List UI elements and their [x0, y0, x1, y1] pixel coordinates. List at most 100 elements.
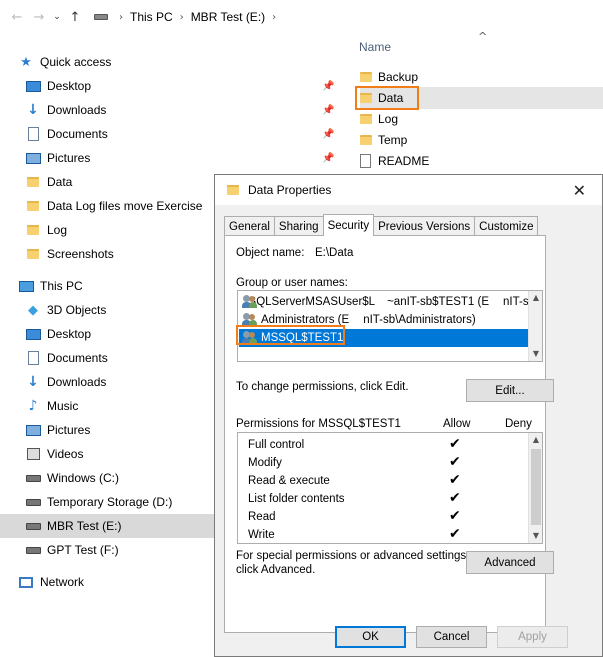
sidebar-item-pictures[interactable]: Pictures	[25, 146, 365, 170]
file-row-backup[interactable]: Backup	[360, 66, 603, 88]
sidebar-item-label: Pictures	[47, 151, 91, 165]
music-icon: ♪	[28, 398, 38, 414]
permission-name: Read	[248, 511, 276, 523]
chevron-right-icon: ›	[272, 11, 277, 23]
file-icon	[360, 154, 371, 168]
chevron-down-icon[interactable]: ⌄	[50, 6, 64, 28]
arrow-up-icon[interactable]: ↑	[64, 6, 86, 28]
permission-name: Modify	[248, 457, 282, 469]
advanced-button[interactable]: Advanced	[466, 551, 554, 574]
check-icon: ✔	[449, 436, 461, 452]
file-row-readme[interactable]: README	[360, 150, 603, 172]
check-icon: ✔	[449, 526, 461, 542]
permissions-list: Full control ✔ Modify ✔ Read & execute ✔ Li…	[237, 432, 543, 544]
arrow-left-icon[interactable]: ←	[6, 6, 28, 28]
tab-sharing[interactable]: Sharing	[273, 216, 324, 236]
file-name: Backup	[378, 70, 419, 84]
sidebar-item-label: Desktop	[47, 327, 92, 341]
users-icon	[242, 295, 257, 309]
column-header-name[interactable]: Name	[359, 40, 391, 54]
check-icon: ✔	[449, 472, 461, 488]
scroll-down-icon[interactable]: ▼	[529, 529, 542, 543]
sidebar-item-label: Windows (C:)	[47, 471, 120, 485]
highlight-box-mssql-user	[236, 325, 345, 345]
permission-name: List folder contents	[248, 493, 345, 505]
sidebar-item-quick-access[interactable]: ★ Quick access	[18, 50, 358, 74]
dialog-title-bar: Data Properties ✕	[215, 175, 602, 205]
user-row-sqlservermsasuser[interactable]: SQLServerMSASUser$L ~anIT-sb$TEST1 (E nI…	[242, 293, 535, 311]
sidebar-item-label: Desktop	[47, 79, 92, 93]
sidebar-item-downloads[interactable]: ↓ Downloads	[25, 98, 365, 122]
permission-name: Read & execute	[248, 475, 330, 487]
pin-icon: 📌	[322, 81, 335, 92]
permission-name: Write	[248, 529, 275, 541]
edit-button[interactable]: Edit...	[466, 379, 554, 402]
file-row-log[interactable]: Log	[360, 108, 603, 130]
videos-icon	[25, 446, 41, 462]
scroll-thumb[interactable]	[531, 449, 541, 525]
folder-icon	[360, 114, 372, 124]
3d-objects-icon: ◆	[28, 302, 38, 318]
change-permissions-text: To change permissions, click Edit.	[236, 381, 409, 393]
sidebar-item-desktop[interactable]: Desktop	[25, 74, 365, 98]
object-name-label: Object name:	[236, 247, 305, 259]
highlight-box-data-folder	[355, 86, 419, 110]
pin-icon: 📌	[322, 153, 335, 164]
close-icon[interactable]: ✕	[573, 181, 586, 200]
permissions-for-label: Permissions for MSSQL$TEST1	[236, 418, 401, 430]
ok-button[interactable]: OK	[335, 626, 406, 648]
desktop-icon	[25, 78, 41, 94]
file-row-temp[interactable]: Temp	[360, 129, 603, 151]
star-icon: ★	[20, 54, 32, 70]
deny-header: Deny	[505, 418, 532, 430]
folder-icon	[25, 222, 41, 238]
scroll-down-icon[interactable]: ▼	[529, 347, 542, 361]
sidebar-item-label: Videos	[47, 447, 84, 461]
group-label: Group or user names:	[236, 277, 348, 289]
sidebar-item-label: Data Log files move Exercise	[47, 199, 203, 213]
drive-icon	[25, 494, 41, 510]
arrow-right-icon[interactable]: →	[28, 6, 50, 28]
special-permissions-text: For special permissions or advanced sett…	[236, 550, 470, 562]
permissions-scrollbar[interactable]: ▲ ▼	[528, 433, 542, 543]
breadcrumb-this-pc[interactable]: This PC	[130, 10, 173, 24]
chevron-right-icon: ›	[119, 11, 123, 23]
user-name-tail: nIT-sb\Administrators)	[363, 314, 476, 326]
folder-icon	[25, 198, 41, 214]
folder-icon	[227, 185, 239, 195]
permission-row-read-execute: Read & execute ✔	[238, 472, 528, 490]
sidebar-item-mbr-test-e[interactable]: MBR Test (E:)	[0, 514, 214, 538]
sidebar-item-label: Screenshots	[47, 247, 114, 261]
drive-icon	[25, 518, 41, 534]
sidebar-item-label: Network	[40, 575, 85, 589]
sidebar-item-label: Pictures	[47, 423, 91, 437]
user-name: SQLServerMSASUser$L	[248, 296, 376, 308]
tab-general[interactable]: General	[224, 216, 275, 236]
sidebar-item-documents[interactable]: Documents	[25, 122, 365, 146]
sidebar-item-label: Downloads	[47, 103, 107, 117]
sidebar-item-label: MBR Test (E:)	[47, 519, 122, 533]
documents-icon	[25, 126, 41, 142]
tab-security[interactable]: Security	[322, 214, 375, 236]
tab-customize[interactable]: Customize	[474, 216, 539, 236]
folder-icon	[360, 135, 372, 145]
sidebar-item-label: GPT Test (F:)	[47, 543, 119, 557]
apply-button[interactable]: Apply	[497, 626, 568, 648]
sort-ascending-icon: ^	[478, 30, 488, 43]
security-panel: Object name: E:\Data Group or user names…	[224, 235, 554, 633]
cancel-button[interactable]: Cancel	[416, 626, 487, 648]
scroll-up-icon[interactable]: ▲	[529, 291, 542, 305]
sidebar-item-label: Downloads	[47, 375, 107, 389]
breadcrumb-mbr-test[interactable]: MBR Test (E:)	[191, 10, 265, 24]
sidebar-item-label: Log	[47, 223, 68, 237]
permission-row-read: Read ✔	[238, 508, 528, 526]
sidebar-item-label: Documents	[47, 351, 108, 365]
user-list-scrollbar[interactable]: ▲ ▼	[528, 291, 542, 361]
computer-icon	[18, 278, 34, 294]
tab-previous-versions[interactable]: Previous Versions	[373, 216, 476, 236]
object-name-value: E:\Data	[315, 247, 354, 259]
scroll-up-icon[interactable]: ▲	[529, 433, 542, 447]
breadcrumb: › This PC › MBR Test (E:) ›	[94, 10, 283, 24]
network-icon	[18, 574, 34, 590]
click-advanced-text: click Advanced.	[236, 564, 316, 576]
